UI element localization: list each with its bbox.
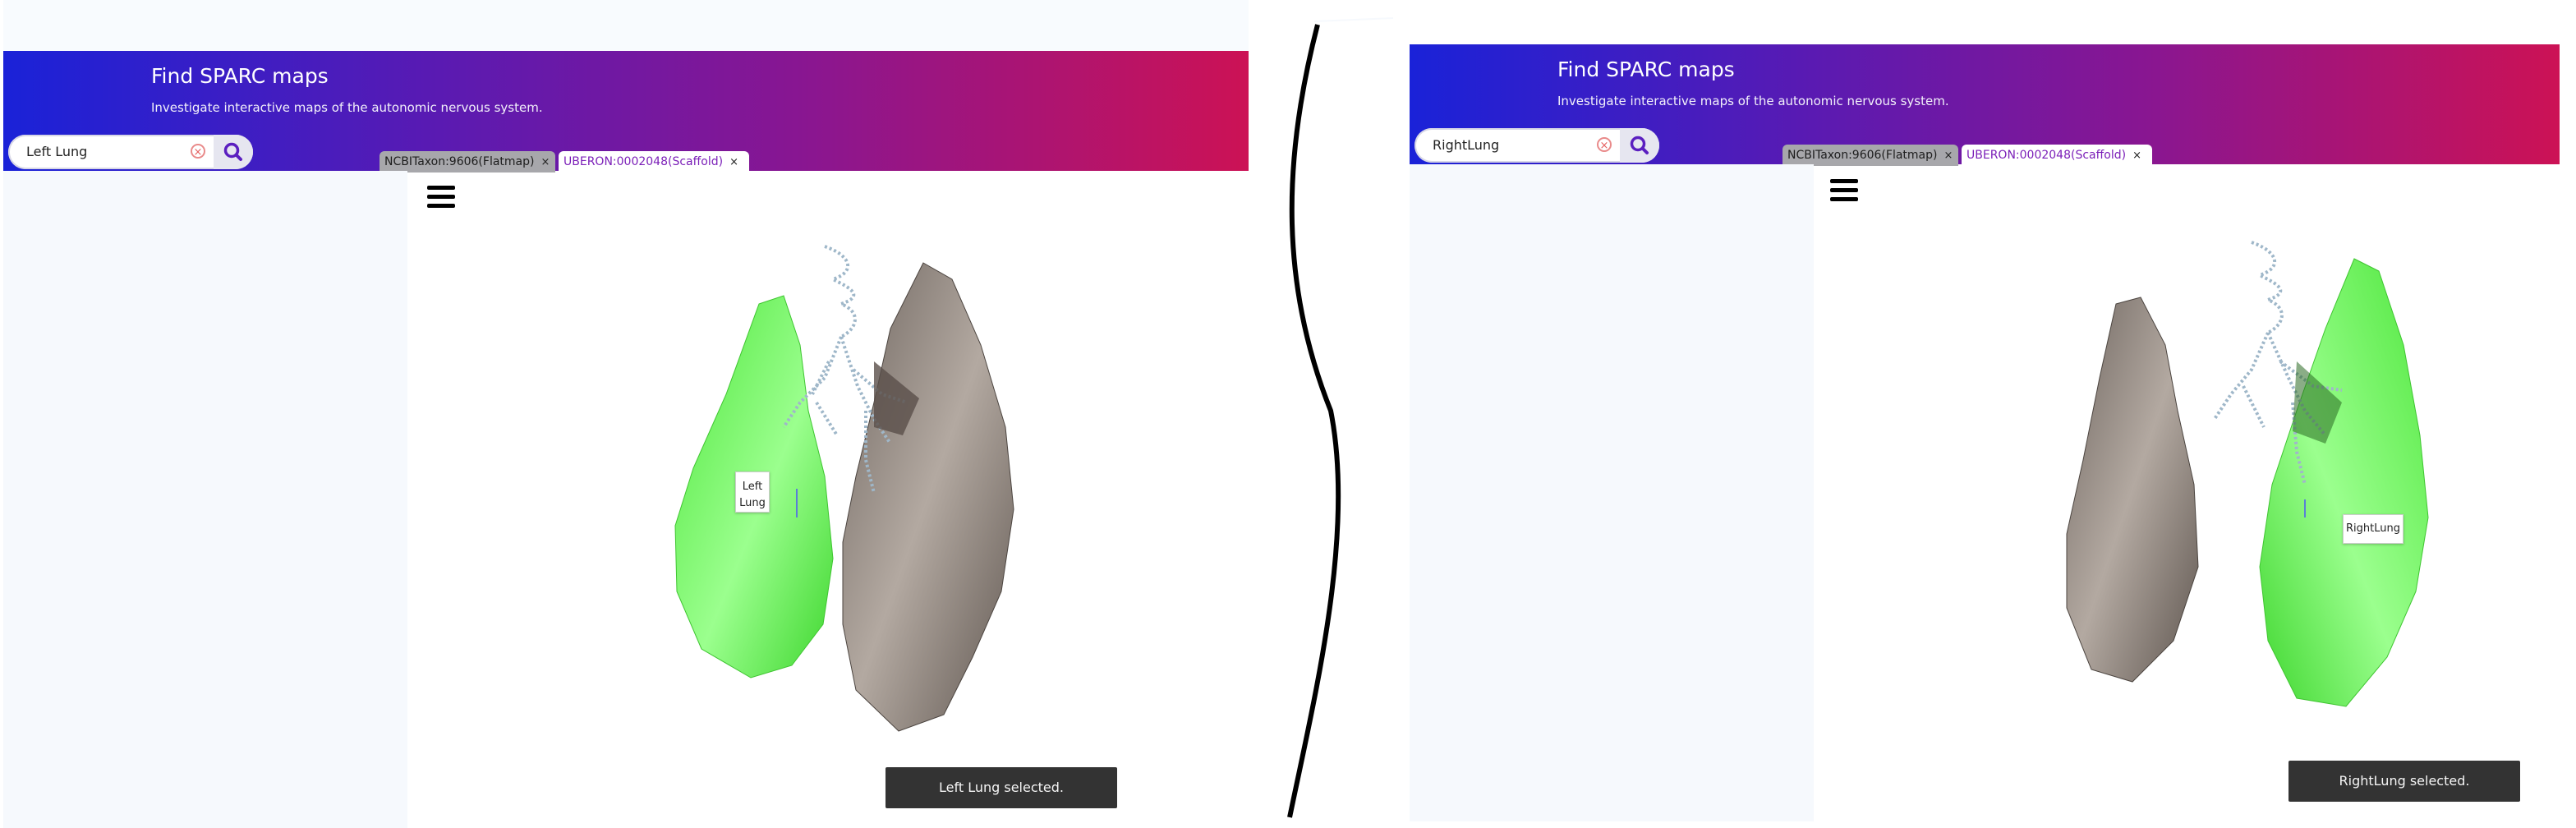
selection-toast: RightLung selected. [2288,761,2520,802]
clear-search-icon[interactable]: × [1597,137,1612,152]
page-subtitle: Investigate interactive maps of the auto… [151,100,543,115]
lung-annotation-label: Left Lung [735,472,770,513]
tab-flatmap-label: NCBITaxon:9606(Flatmap) [384,155,535,168]
lung-label-line: Lung [739,497,766,509]
selection-toast: Left Lung selected. [886,767,1117,808]
search-box: × [8,135,253,169]
tab-scaffold[interactable]: UBERON:0002048(Scaffold) × [559,151,749,172]
close-tab-icon[interactable]: × [1944,145,1953,167]
top-strip [3,0,1249,51]
page-title: Find SPARC maps [151,64,329,88]
menu-icon[interactable] [427,186,455,208]
lung-label-line: RightLung [2346,522,2400,535]
tab-flatmap[interactable]: NCBITaxon:9606(Flatmap) × [380,151,555,172]
tab-scaffold-label: UBERON:0002048(Scaffold) [1966,149,2127,162]
scaffold-viewer[interactable] [628,230,1055,739]
search-icon [223,142,242,161]
search-icon [1630,136,1649,154]
right-lung-mesh[interactable] [2259,258,2429,707]
close-tab-icon[interactable]: × [729,152,738,173]
scaffold-viewer[interactable] [2034,222,2461,731]
left-panel: Find SPARC maps Investigate interactive … [3,0,1249,828]
top-strip [1410,0,2573,44]
search-input[interactable] [26,144,182,159]
search-button[interactable] [1620,128,1659,163]
clear-search-icon[interactable]: × [191,144,205,159]
tab-flatmap-label: NCBITaxon:9606(Flatmap) [1787,149,1938,162]
sidebar [3,171,407,828]
search-box: × [1414,128,1659,163]
close-tab-icon[interactable]: × [2132,145,2141,167]
left-lung-mesh[interactable] [2066,297,2199,683]
close-tab-icon[interactable]: × [540,152,550,173]
tab-scaffold-label: UBERON:0002048(Scaffold) [564,155,724,168]
menu-icon[interactable] [1830,179,1858,201]
lung-annotation-label: RightLung [2343,514,2404,544]
right-lung-mesh[interactable] [842,262,1014,732]
tab-scaffold[interactable]: UBERON:0002048(Scaffold) × [1962,145,2152,166]
tab-flatmap[interactable]: NCBITaxon:9606(Flatmap) × [1782,145,1958,166]
search-button[interactable] [214,135,253,169]
right-panel: Find SPARC maps Investigate interactive … [1410,0,2573,828]
lung-label-line: Left [742,481,763,493]
sidebar [1410,164,1814,821]
panel-divider [1287,17,1394,818]
search-input[interactable] [1433,137,1589,153]
page-subtitle: Investigate interactive maps of the auto… [1557,94,1949,108]
page-title: Find SPARC maps [1557,58,1735,81]
